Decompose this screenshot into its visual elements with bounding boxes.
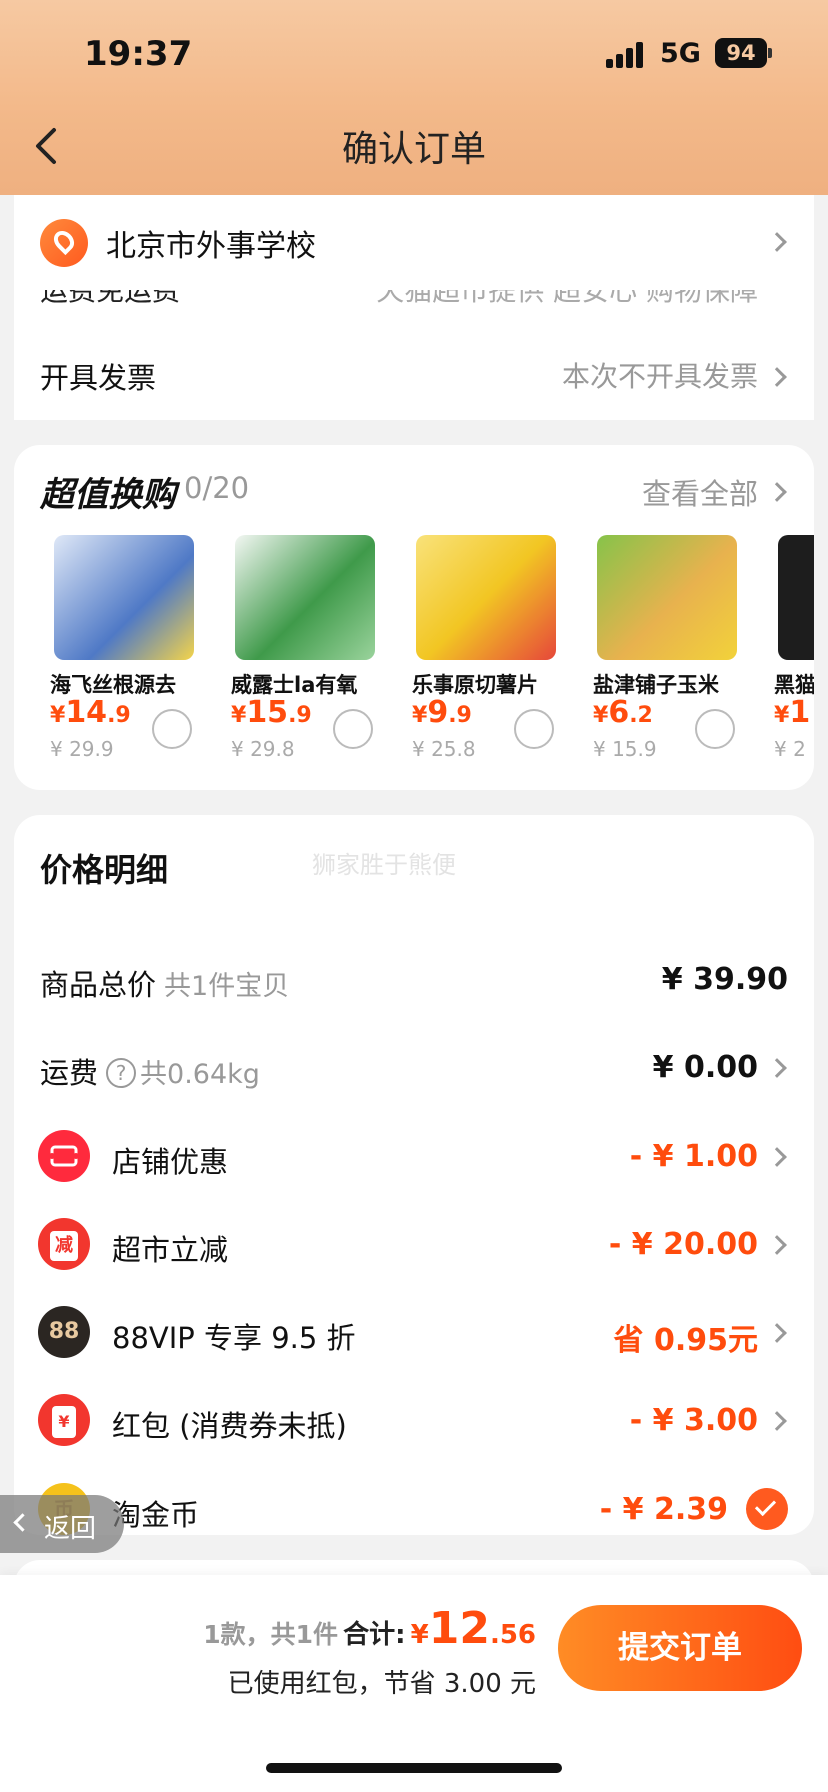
network-type: 5G [660,38,701,69]
deals-title: 超值换购 [40,475,176,515]
ticket-icon [38,1130,90,1182]
goods-total-label: 商品总价 [40,968,157,1002]
deal-item-price: ¥1 [774,695,811,730]
deal-item-original-price: ¥ 2 [774,737,806,761]
goods-total-value: ¥ 39.90 [661,962,788,997]
deal-item-original-price: ¥ 29.8 [231,737,295,761]
page-title: 确认订单 [341,129,486,170]
discount-icon: 减 [38,1218,90,1270]
red-packet-icon: ¥ [38,1394,90,1446]
gold-coin-row[interactable]: 币 淘金币 - ¥ 2.39 [14,1470,814,1550]
black-package-image [778,535,814,660]
deal-item-price: ¥15.9 [231,695,312,730]
deal-item-original-price: ¥ 15.9 [593,737,657,761]
red-packet-value: - ¥ 3.00 [629,1403,758,1438]
help-icon[interactable]: ? [106,1058,137,1088]
submit-order-button[interactable]: 提交订单 [558,1605,802,1691]
item-count: 1款，共1件 [203,1620,339,1649]
red-packet-label: 红包 (消费券未抵) [112,1409,347,1443]
freight-value: ¥ 0.00 [652,1050,758,1085]
deal-item-price: ¥14.9 [50,695,131,730]
price-detail-title: 价格明细 [40,851,169,889]
price-detail-card: 价格明细 狮家胜于熊便 商品总价 共1件宝贝 ¥ 39.90 运费? 共0.64kg… [14,815,814,1535]
deals-card: 超值换购 0/20 查看全部 海飞丝根源去 ¥14.9 ¥ 29.9 威露士la… [14,445,814,790]
address-row[interactable]: 北京市外事学校 [14,195,814,290]
corn-snack-image [597,535,737,660]
goods-total-row: 商品总价 共1件宝贝 ¥ 39.90 [14,940,814,1020]
savings-text: 已使用红包，节省 3.00 元 [227,1669,536,1699]
chevron-left-icon [13,1513,32,1532]
deal-item[interactable]: 盐津铺子玉米 ¥6.2 ¥ 15.9 [583,535,753,765]
store-discount-value: - ¥ 1.00 [629,1139,758,1174]
location-pin-icon [40,219,88,267]
store-discount-label: 店铺优惠 [112,1145,229,1179]
shampoo-image [54,535,194,660]
chevron-right-icon [767,1058,787,1078]
red-packet-row[interactable]: ¥ 红包 (消费券未抵) - ¥ 3.00 [14,1381,814,1461]
deal-item-original-price: ¥ 29.9 [50,737,114,761]
store-discount-row[interactable]: 店铺优惠 - ¥ 1.00 [14,1117,814,1197]
deal-select-radio[interactable] [333,709,373,749]
goods-total-count: 共1件宝贝 [164,971,290,1002]
vip-label: 88VIP 专享 9.5 折 [112,1321,356,1355]
checkmark-icon[interactable] [746,1488,788,1530]
chevron-right-icon [767,1147,787,1167]
battery-icon: 94 [715,38,767,68]
deal-select-radio[interactable] [514,709,554,749]
chevron-right-icon [767,1323,787,1343]
address-text: 北京市外事学校 [106,229,316,264]
bottom-bar: 1款，共1件 合计: ¥12.56 已使用红包，节省 3.00 元 提交订单 [0,1575,828,1792]
freight-row[interactable]: 运费? 共0.64kg ¥ 0.00 [14,1028,814,1108]
vip-value: 省 0.95元 [613,1323,758,1358]
chevron-right-icon [767,1411,787,1431]
vip-row[interactable]: 88 88VIP 专享 9.5 折 省 0.95元 [14,1293,814,1373]
total-label: 合计: [343,1620,406,1650]
deal-select-radio[interactable] [152,709,192,749]
market-cut-label: 超市立减 [112,1233,229,1267]
chevron-right-icon[interactable] [767,482,787,502]
gold-coin-label: 淘金币 [112,1498,200,1532]
summary-line: 1款，共1件 合计: ¥12.56 [203,1603,536,1654]
status-time: 19:37 [84,34,193,74]
market-cut-row[interactable]: 减 超市立减 - ¥ 20.00 [14,1205,814,1285]
float-back-button[interactable]: 返回 [0,1495,124,1553]
view-all-link[interactable]: 查看全部 [642,471,758,513]
chevron-right-icon [767,232,787,252]
deal-item[interactable]: 黑猫 ¥1 ¥ 2 [764,535,814,765]
deal-item[interactable]: 海飞丝根源去 ¥14.9 ¥ 29.9 [40,535,210,765]
address-card: 运费免运费 天猫超市提供 超安心 购物保障 北京市外事学校 开具发票 本次不开具… [14,195,814,420]
invoice-value: 本次不开具发票 [561,360,758,393]
status-bar: 19:37 5G 94 [0,0,828,110]
home-indicator [266,1763,562,1773]
invoice-label: 开具发票 [40,361,157,395]
header: 19:37 5G 94 确认订单 [0,0,828,195]
deal-item-original-price: ¥ 25.8 [412,737,476,761]
deals-count: 0/20 [184,471,250,505]
detergent-image [235,535,375,660]
float-back-label: 返回 [44,1514,97,1544]
market-cut-value: - ¥ 20.00 [608,1227,758,1262]
chevron-right-icon [767,367,787,387]
deal-item-price: ¥9.9 [412,695,472,730]
deal-select-radio[interactable] [695,709,735,749]
watermark: 狮家胜于熊便 [312,851,456,879]
battery-tip [768,48,772,58]
deal-item[interactable]: 乐事原切薯片 ¥9.9 ¥ 25.8 [402,535,572,765]
signal-icon [606,42,646,68]
freight-label: 运费 [40,1056,99,1090]
gold-coin-value: - ¥ 2.39 [599,1492,728,1527]
deal-item-price: ¥6.2 [593,695,653,730]
vip-88-icon: 88 [38,1306,90,1358]
deal-item[interactable]: 威露士la有氧 ¥15.9 ¥ 29.8 [221,535,391,765]
chips-image [416,535,556,660]
chevron-right-icon [767,1235,787,1255]
total-price: ¥12.56 [410,1603,536,1654]
freight-weight: 共0.64kg [140,1059,260,1090]
